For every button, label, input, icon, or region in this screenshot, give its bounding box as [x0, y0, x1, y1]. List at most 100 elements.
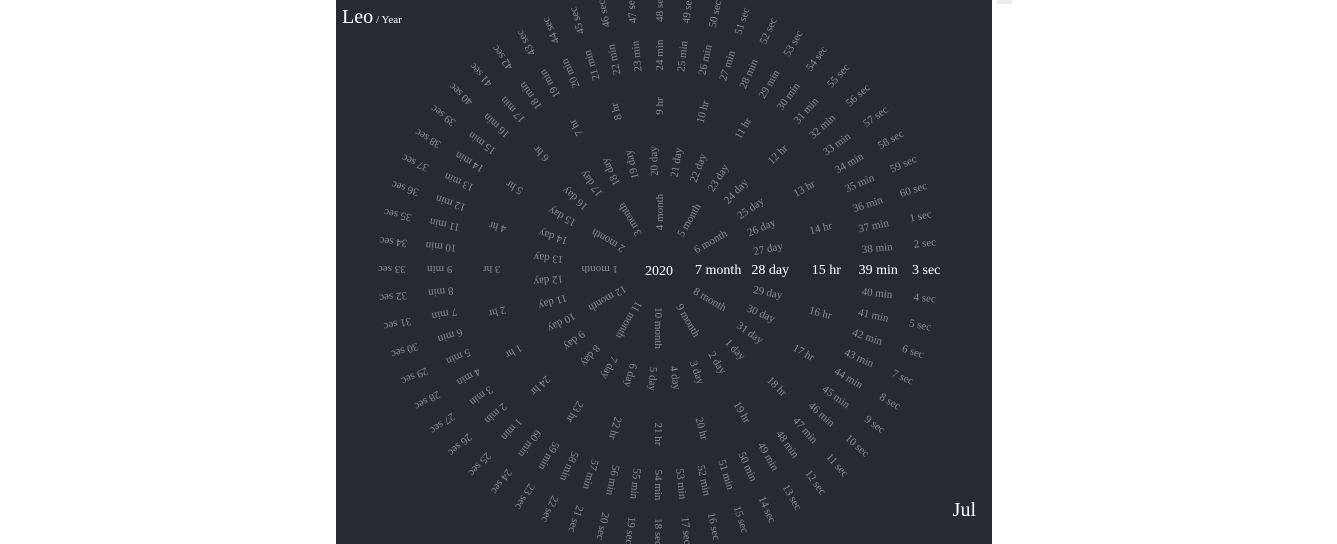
year-label: 2020: [645, 264, 673, 279]
minute-ring-label: 12 min: [434, 192, 468, 213]
hour-ring-label: 18 hr: [764, 374, 789, 399]
hour-ring-label: 12 hr: [766, 142, 791, 167]
second-ring-label: 18 sec: [652, 518, 664, 544]
minute-ring-label: 24 min: [654, 39, 666, 70]
minute-ring-label: 4 min: [454, 365, 482, 388]
second-ring-label: 53 sec: [781, 28, 805, 58]
second-ring-label: 37 sec: [400, 151, 430, 173]
day-ring-label: 4 day: [667, 365, 683, 391]
month-ring-label: 3 month: [616, 200, 645, 238]
hour-ring-label: 23 hr: [563, 399, 585, 425]
minute-ring-label: 31 min: [792, 95, 822, 126]
second-ring-label: 6 sec: [900, 343, 925, 361]
second-ring-label: 25 sec: [466, 450, 494, 479]
minute-ring-label: 5 min: [444, 346, 473, 367]
minute-ring-label: 29 min: [757, 68, 783, 101]
day-ring-label: 9 day: [561, 328, 588, 353]
hour-ring-label: 22 hr: [606, 416, 624, 442]
minute-ring-label: 2 min: [482, 400, 509, 426]
minute-ring-label: 21 min: [582, 48, 603, 82]
minute-ring-label: 46 min: [806, 400, 837, 430]
minute-ring-label: 37 min: [857, 217, 890, 235]
minute-ring-label: 35 min: [843, 172, 877, 196]
minute-ring-label: 54 min: [652, 470, 664, 501]
minute-ring-label: 17 min: [498, 94, 528, 125]
minute-ring-label: 6 min: [436, 326, 464, 345]
hour-ring-label: 3 hr: [483, 263, 501, 275]
hour-ring-label: 4 hr: [487, 218, 507, 234]
day-ring-label: 2 day: [705, 350, 728, 377]
day-ring-label: 1 day: [722, 337, 748, 363]
minute-ring-label: 55 min: [627, 468, 642, 500]
second-ring-label: 7 sec: [890, 367, 915, 387]
minute-ring-label: 57 min: [580, 458, 601, 492]
minute-ring-label: 44 min: [832, 365, 865, 391]
second-ring-label: 4 sec: [913, 291, 937, 305]
second-ring-label: 59 sec: [888, 153, 918, 175]
second-ring-label: 5 sec: [908, 317, 932, 333]
second-ring-label: 34 sec: [379, 234, 408, 249]
minute-ring-label: 33 min: [821, 130, 853, 158]
second-ring-label: 41 sec: [467, 60, 495, 89]
second-ring-label: 14 sec: [756, 495, 778, 525]
second-ring-label: 19 sec: [623, 516, 638, 544]
minute-ring-label: 22 min: [605, 43, 623, 76]
minute-ring-label: 19 min: [537, 67, 563, 100]
month-ring-label: 1 month: [581, 263, 618, 275]
day-ring-label: 17 day: [578, 167, 606, 198]
minute-ring-label: 42 min: [851, 327, 885, 348]
hour-ring-label: 16 hr: [808, 305, 834, 323]
second-ring-label: 16 sec: [705, 512, 723, 542]
second-ring-label: 55 sec: [825, 62, 853, 91]
scroll-indicator: [997, 0, 1012, 4]
second-ring-label: 35 sec: [383, 206, 413, 224]
month-label: Jul: [952, 499, 976, 521]
minute-ring-label: 18 min: [517, 79, 545, 111]
minute-ring-label: 52 min: [695, 464, 713, 497]
hour-ring-label: 8 hr: [609, 101, 625, 121]
hour-ring-label: 7 hr: [567, 117, 586, 138]
minute-ring-label: 47 min: [790, 415, 820, 446]
hour-ring-label: 10 hr: [695, 99, 713, 125]
second-ring-label: 20 sec: [594, 511, 612, 541]
minute-ring-label: 7 min: [430, 305, 458, 322]
second-ring-label: 42 sec: [490, 43, 516, 73]
day-ring-label: 12 day: [532, 273, 563, 288]
day-ring-label: 6 day: [621, 362, 639, 389]
day-ring-label: 13 day: [533, 250, 564, 265]
title-subtitle: / Year: [376, 14, 402, 26]
hour-ring-label: 1 hr: [503, 342, 524, 361]
minute-ring-label: 20 min: [559, 56, 583, 90]
minute-ring-label: 48 min: [773, 428, 801, 460]
minute-ring-label: 49 min: [755, 440, 781, 473]
day-ring-label: 5 day: [646, 366, 659, 391]
second-ring-label: 32 sec: [379, 289, 408, 304]
polar-clock: 20201 month2 month3 month 4 month 5 month6…: [378, 0, 941, 544]
second-ring-label: 12 sec: [802, 468, 828, 498]
day-ring-label: 30 day: [745, 303, 777, 326]
hour-ring-label: 6 hr: [531, 143, 552, 164]
minute-ring-label: 26 min: [696, 43, 714, 76]
second-ring-label: 57 sec: [861, 104, 891, 130]
second-ring-label: 30 sec: [389, 340, 419, 360]
minute-ring-label: 27 min: [717, 49, 738, 83]
minute-ring-label: 32 min: [807, 112, 838, 142]
day-ring-label: 31 day: [734, 320, 766, 347]
hour-ring-label: 19 hr: [731, 400, 753, 426]
minute-ring-label: 36 min: [851, 194, 885, 215]
second-ring-label: 27 sec: [427, 410, 457, 436]
minute-ring-label: 11 min: [428, 215, 461, 233]
second-ring-label: 11 sec: [823, 451, 850, 479]
day-ring-label: 3 day: [687, 359, 707, 386]
minute-ring-label: 43 min: [842, 347, 876, 371]
minute-ring-label: 60 min: [515, 427, 543, 459]
month-ring-label: 7 month: [695, 263, 741, 278]
hour-ring-label: 17 hr: [790, 342, 816, 364]
day-ring-label: 18 day: [599, 155, 623, 187]
month-ring-label: 6 month: [692, 227, 730, 256]
second-ring-label: 36 sec: [390, 178, 420, 198]
hour-ring-label: 15 hr: [812, 263, 842, 278]
minute-ring-label: 39 min: [859, 263, 898, 278]
minute-ring-label: 8 min: [427, 284, 454, 299]
minute-ring-label: 15 min: [466, 129, 498, 157]
